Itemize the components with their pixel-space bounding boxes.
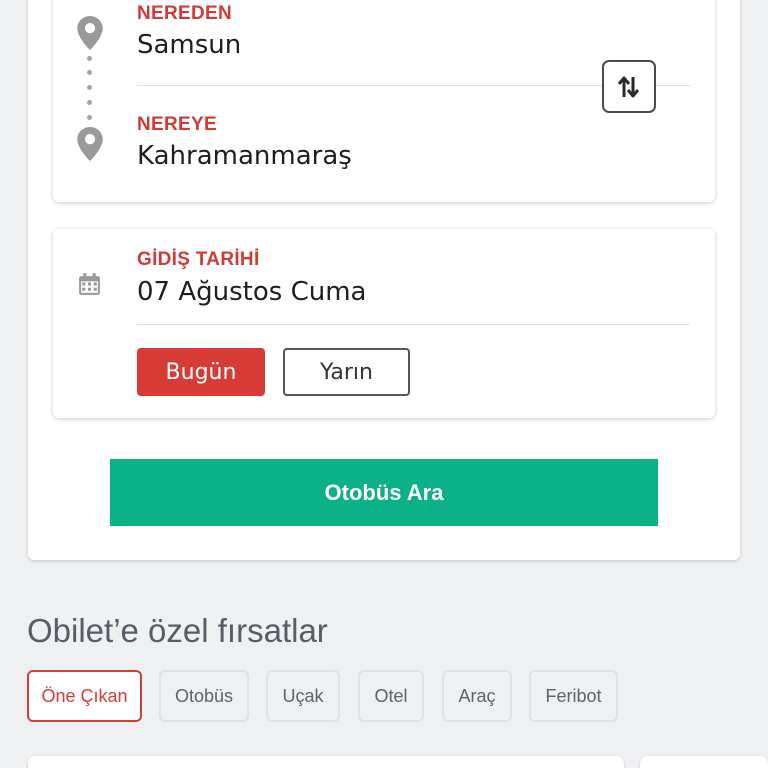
- to-field[interactable]: Kahramanmaraş: [137, 141, 352, 171]
- tab-featured[interactable]: Öne Çıkan: [27, 670, 142, 722]
- search-bus-button[interactable]: Otobüs Ara: [110, 459, 658, 526]
- swap-button[interactable]: [602, 60, 656, 113]
- from-field[interactable]: Samsun: [137, 30, 241, 60]
- date-label: GİDİŞ TARİHİ: [137, 249, 260, 270]
- to-label: NEREYE: [137, 114, 217, 135]
- route-dot: [87, 100, 92, 105]
- date-field[interactable]: 07 Ağustos Cuma: [137, 277, 366, 307]
- calendar-icon: [79, 273, 100, 295]
- tab-car[interactable]: Araç: [442, 670, 512, 722]
- promo-card[interactable]: [28, 756, 624, 768]
- deals-title: Obilet’e özel fırsatlar: [27, 612, 328, 649]
- tab-flight[interactable]: Uçak: [266, 670, 340, 722]
- route-dot: [87, 70, 92, 75]
- route-dot: [87, 56, 92, 61]
- origin-pin-icon: [77, 16, 103, 50]
- tab-ferry[interactable]: Feribot: [529, 670, 618, 722]
- route-dot: [87, 85, 92, 90]
- today-button[interactable]: Bugün: [137, 348, 265, 396]
- tab-hotel[interactable]: Otel: [358, 670, 424, 722]
- promo-card[interactable]: [640, 756, 768, 768]
- tab-bus[interactable]: Otobüs: [159, 670, 249, 722]
- route-dot: [87, 115, 92, 120]
- swap-arrows-icon: [617, 76, 640, 97]
- destination-pin-icon: [77, 127, 103, 161]
- tomorrow-button[interactable]: Yarın: [283, 348, 410, 396]
- from-label: NEREDEN: [137, 3, 233, 24]
- date-divider: [137, 324, 690, 325]
